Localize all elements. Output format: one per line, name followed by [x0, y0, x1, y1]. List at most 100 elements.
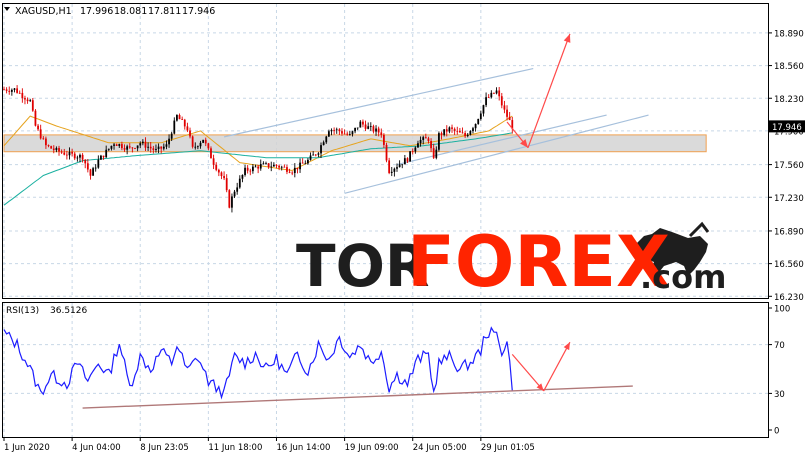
candle-body — [168, 138, 170, 145]
candle-body — [375, 128, 377, 132]
candle-body — [259, 164, 262, 169]
candle-body — [160, 146, 163, 149]
candle-body — [52, 148, 55, 151]
price-arrow-up-head-icon — [563, 33, 571, 43]
ohlc-high: 18.081 — [114, 6, 147, 17]
candle-body — [364, 124, 367, 129]
rsi-line — [3, 326, 513, 400]
x-tick-label: 11 Jun 18:00 — [208, 443, 262, 453]
candle-body — [487, 97, 490, 99]
candle-body — [123, 148, 126, 150]
candle-body — [479, 113, 482, 119]
candle-body — [341, 131, 343, 134]
candle-body — [393, 168, 396, 172]
candle-body — [141, 141, 144, 144]
candle-body — [89, 169, 92, 176]
dropdown-triangle-icon[interactable] — [4, 7, 10, 11]
candle-body — [466, 134, 469, 137]
candle-body — [508, 116, 511, 121]
candle-body — [351, 131, 354, 135]
candle-body — [147, 146, 149, 148]
candle-body — [128, 146, 131, 148]
candle-body — [102, 155, 105, 158]
candle-body — [233, 191, 236, 197]
watermark: TOR FOREX .com — [296, 221, 726, 303]
candle-body — [443, 129, 446, 135]
candle-body — [134, 148, 136, 149]
y-tick-label: 17.560 — [774, 161, 804, 171]
candle-body — [403, 158, 406, 165]
candle-body — [194, 146, 197, 148]
candle-body — [131, 147, 134, 149]
candle-body — [278, 165, 280, 168]
candle-body — [272, 164, 275, 167]
candle-body — [21, 92, 24, 98]
candle-body — [45, 138, 47, 146]
candle-body — [139, 143, 142, 146]
candle-body — [448, 127, 451, 132]
candle-body — [157, 146, 160, 150]
candle-body — [354, 127, 356, 132]
candle-body — [94, 167, 97, 169]
candle-body — [333, 129, 336, 131]
candle-body — [186, 126, 189, 131]
y-tick-label: 16.890 — [774, 227, 804, 237]
candle-body — [458, 130, 461, 133]
candle-body — [254, 166, 257, 168]
candle-body — [369, 126, 372, 127]
y-tick-label: 18.890 — [774, 29, 804, 39]
candle-body — [464, 133, 467, 137]
candle-body — [356, 127, 359, 129]
candle-body — [453, 128, 456, 131]
candle-body — [220, 172, 223, 177]
candle-body — [84, 159, 87, 164]
candle-body — [86, 163, 89, 170]
candle-body — [8, 90, 11, 92]
ohlc-low: 17.811 — [148, 6, 181, 17]
candle-body — [396, 167, 398, 169]
candle-body — [215, 164, 218, 170]
candle-body — [152, 148, 155, 150]
candle-body — [270, 166, 273, 168]
x-tick-label: 1 Jun 2020 — [4, 443, 50, 453]
rsi-panel — [3, 326, 633, 409]
price-axis: 18.89018.56018.23017.90017.56017.23016.8… — [768, 29, 805, 303]
candle-body — [10, 89, 13, 92]
candle-body — [380, 132, 383, 135]
candle-body — [24, 97, 26, 100]
candle-body — [236, 187, 239, 192]
candle-body — [286, 167, 288, 172]
candle-body — [92, 168, 94, 176]
rsi-tick-label: 0 — [774, 427, 779, 437]
candle-body — [55, 148, 58, 151]
candle-body — [477, 118, 480, 124]
candle-body — [191, 136, 194, 147]
ohlc-close: 17.946 — [182, 6, 215, 17]
candle-body — [18, 92, 21, 94]
candle-body — [385, 144, 388, 161]
candle-body — [202, 139, 205, 143]
candle-body — [149, 146, 152, 149]
candle-body — [100, 155, 102, 160]
candle-body — [267, 163, 270, 168]
candle-body — [181, 119, 184, 120]
candle-body — [343, 133, 346, 135]
candle-body — [144, 141, 147, 148]
candle-body — [307, 159, 309, 164]
watermark-com: .com — [640, 258, 726, 296]
candle-body — [241, 174, 244, 179]
candle-body — [398, 164, 401, 168]
x-tick-label: 16 Jun 14:00 — [276, 443, 330, 453]
candle-body — [291, 172, 294, 174]
symbol-label: XAGUSD,H1 — [15, 6, 72, 17]
candle-body — [204, 139, 207, 144]
candle-body — [367, 126, 370, 129]
candle-body — [238, 178, 241, 188]
candle-body — [500, 96, 503, 106]
candle-body — [275, 164, 278, 166]
candle-body — [50, 146, 53, 149]
candle-body — [97, 159, 100, 168]
candle-body — [469, 130, 472, 135]
ohlc-open: 17.996 — [80, 6, 113, 17]
candle-body — [189, 130, 191, 137]
